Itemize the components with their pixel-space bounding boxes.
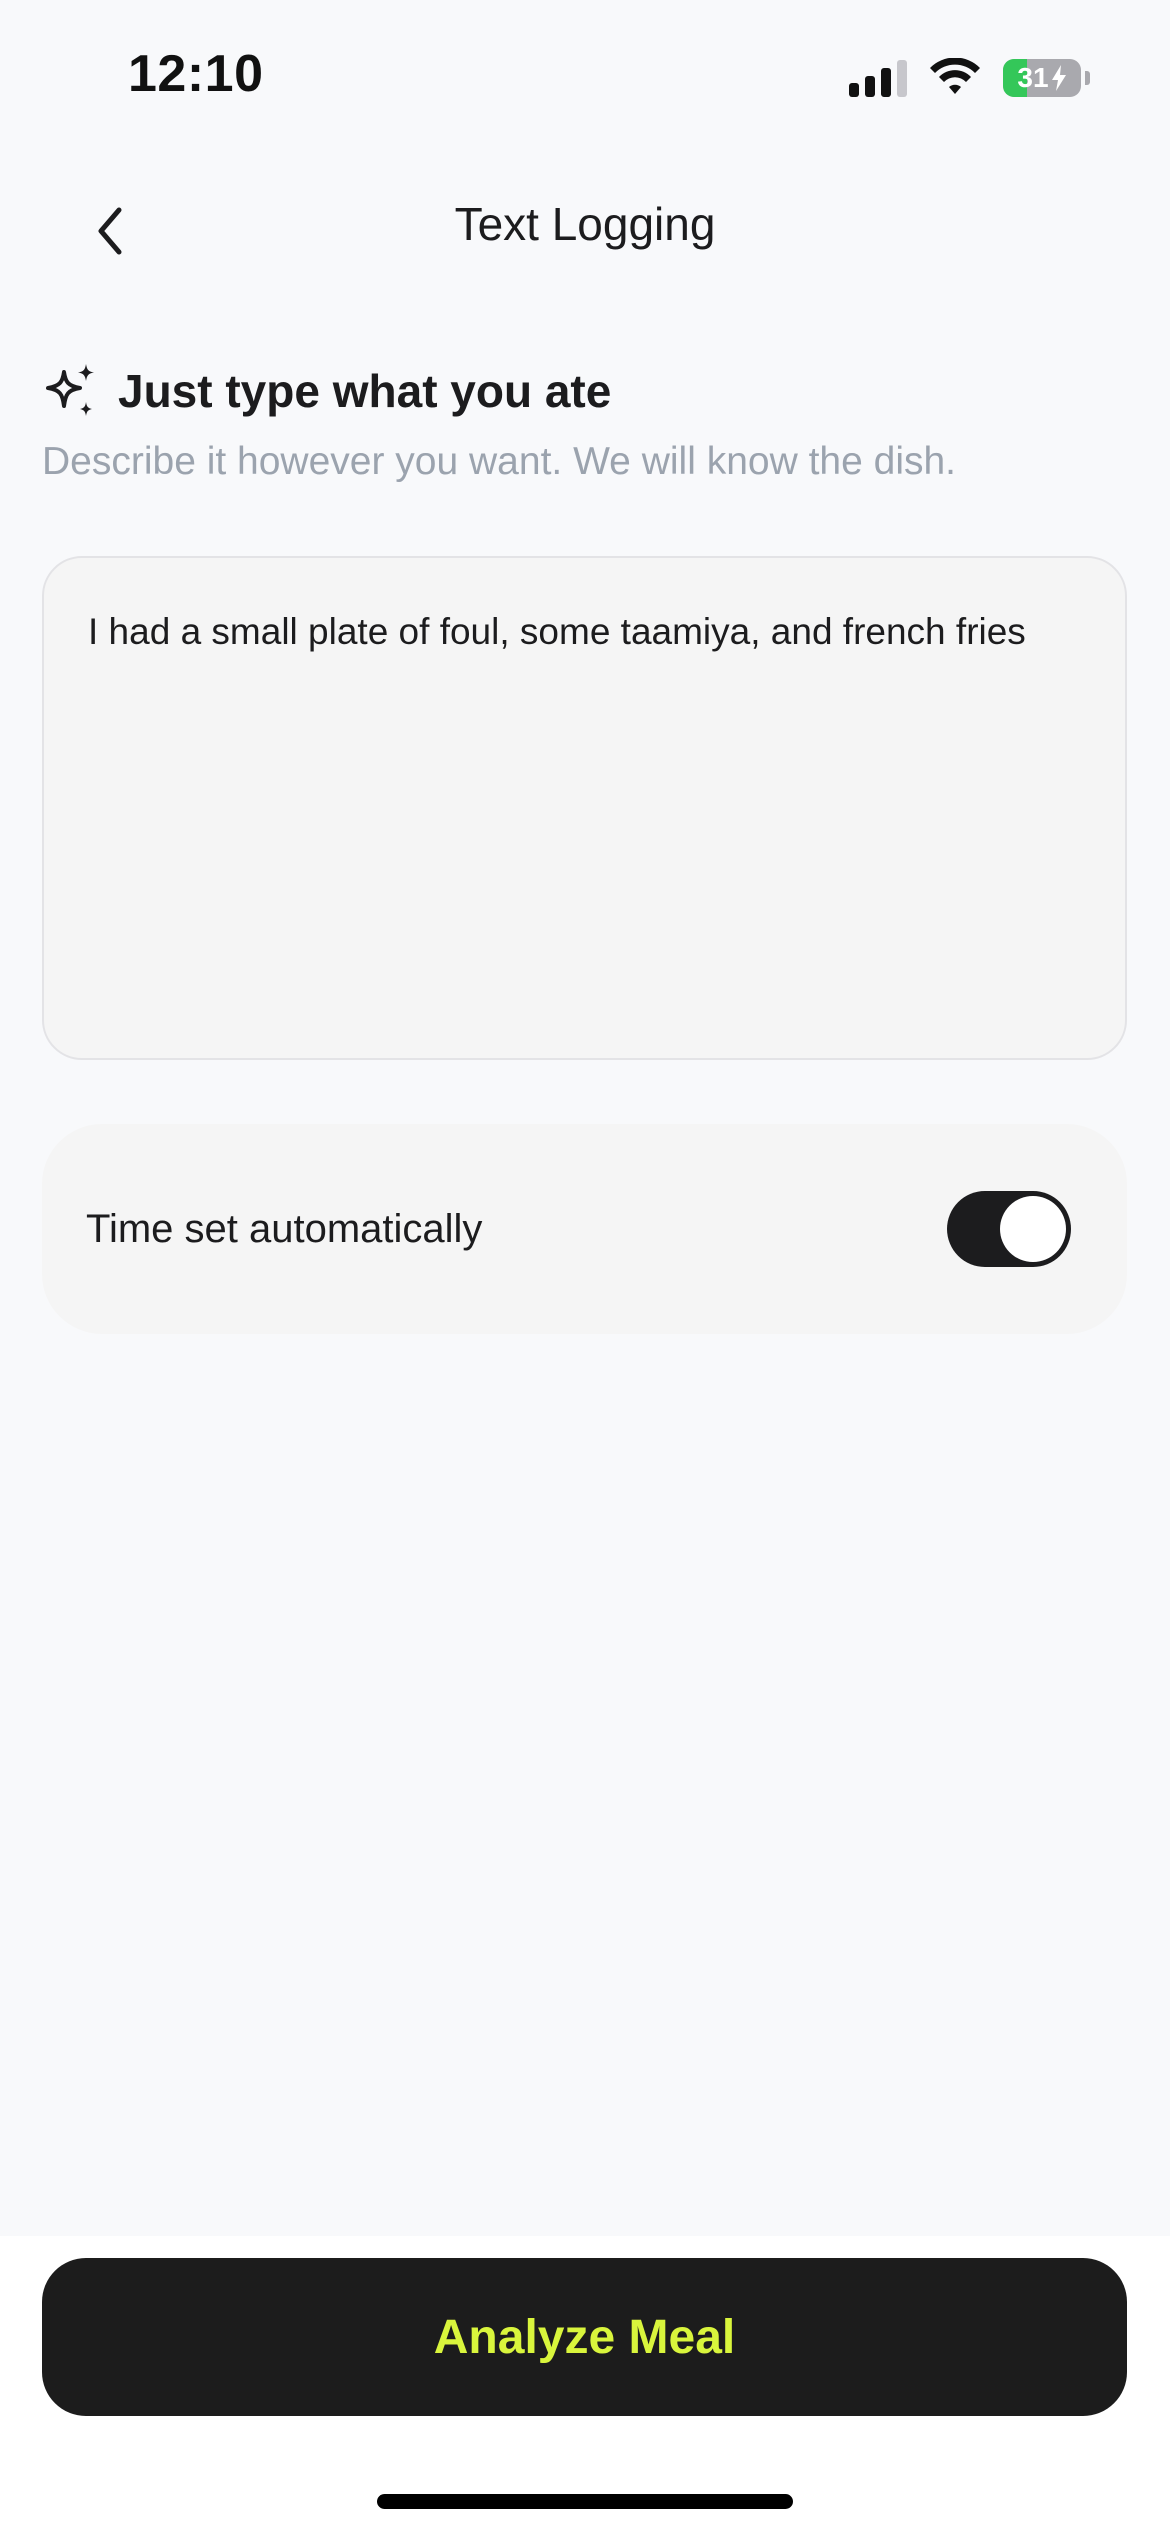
wifi-icon — [930, 58, 980, 94]
intro-heading-row: Just type what you ate — [42, 362, 611, 420]
status-icons: 31 — [849, 56, 1090, 100]
toggle-knob — [1000, 1196, 1066, 1262]
status-bar: 12:10 31 — [0, 0, 1170, 150]
bottom-action-area: Analyze Meal — [0, 2236, 1170, 2532]
meal-description-input[interactable] — [42, 556, 1127, 1060]
battery-icon: 31 — [1003, 59, 1081, 97]
status-time: 12:10 — [128, 45, 264, 103]
analyze-meal-button[interactable]: Analyze Meal — [42, 2258, 1127, 2416]
charging-bolt-icon — [1051, 65, 1066, 91]
time-setting-card: Time set automatically — [42, 1124, 1127, 1334]
intro-heading: Just type what you ate — [118, 365, 612, 417]
cellular-signal-icon — [849, 59, 907, 97]
battery-level: 31 — [1003, 59, 1081, 97]
time-setting-label: Time set automatically — [86, 1206, 483, 1251]
home-indicator — [377, 2494, 793, 2509]
time-auto-toggle[interactable] — [947, 1191, 1071, 1267]
nav-header: Text Logging — [0, 175, 1170, 285]
page-title: Text Logging — [454, 198, 716, 250]
intro-subtitle: Describe it however you want. We will kn… — [42, 440, 957, 483]
sparkles-icon — [46, 364, 94, 416]
battery-cap — [1085, 71, 1090, 85]
